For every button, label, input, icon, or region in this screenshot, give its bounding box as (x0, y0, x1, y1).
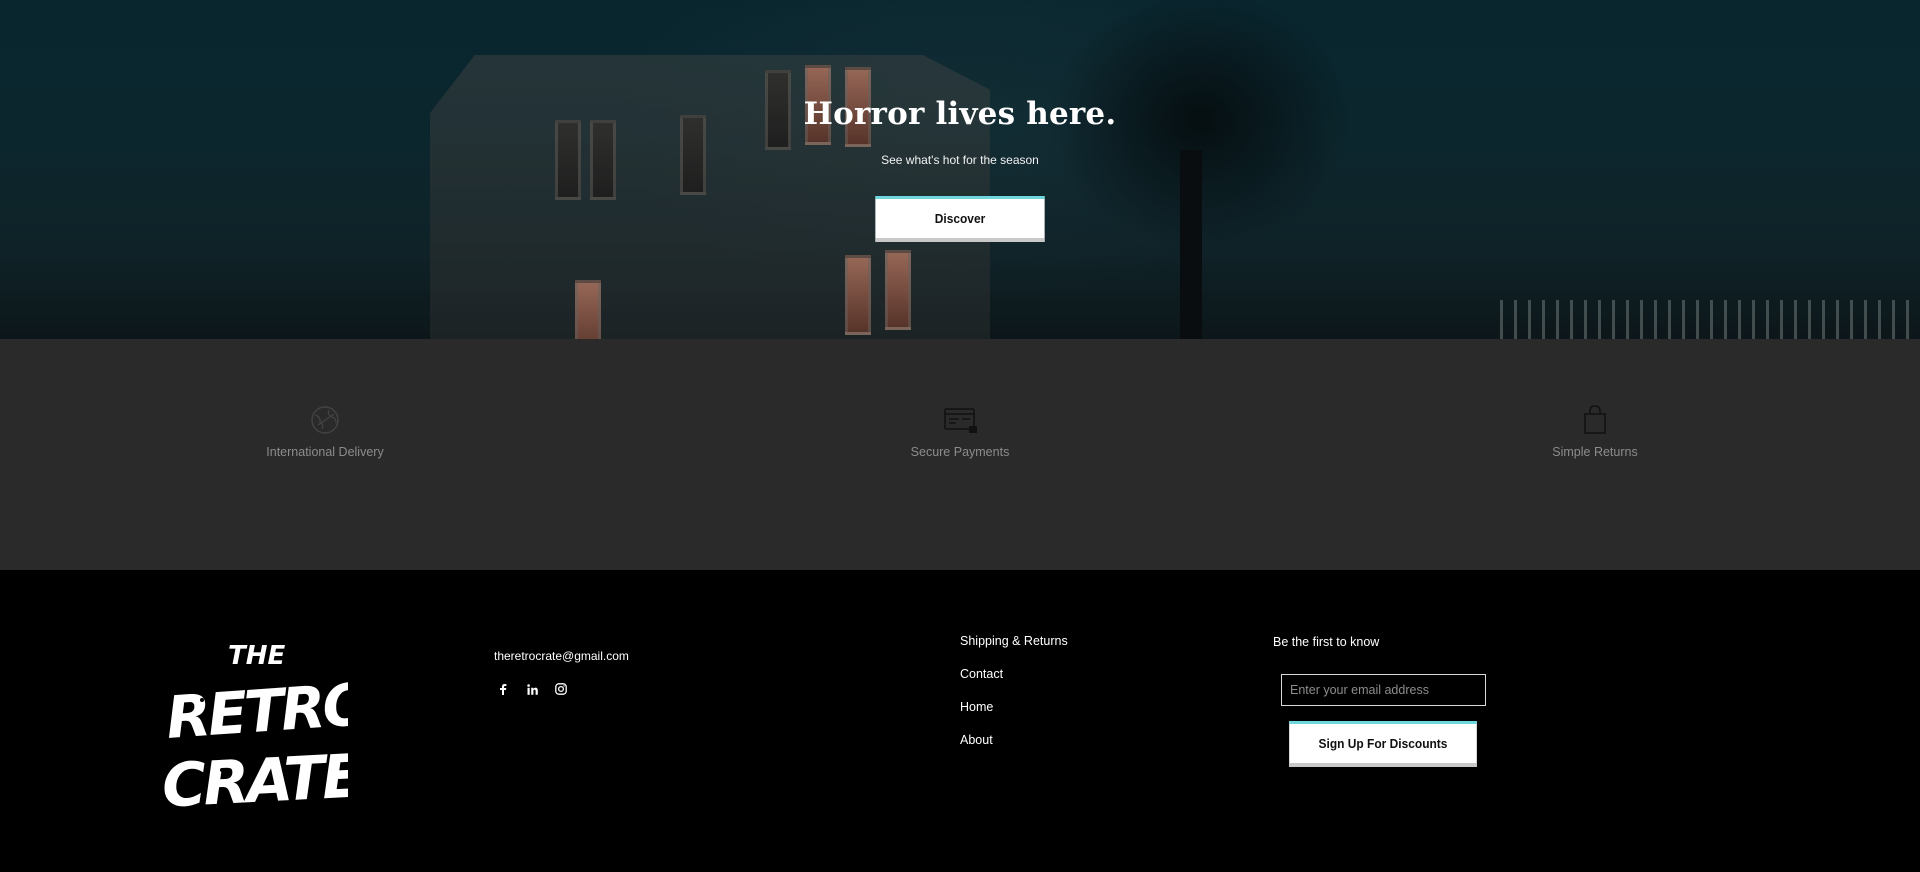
instagram-icon[interactable] (554, 682, 568, 696)
svg-text:THE: THE (228, 641, 285, 671)
retro-crate-logo[interactable]: THE RETRO CRATE (160, 630, 372, 822)
footer-link-about[interactable]: About (960, 733, 1068, 766)
footer-link-shipping-returns[interactable]: Shipping & Returns (960, 634, 1068, 667)
footer: THE RETRO CRATE theretrocrate@gmail.com … (0, 570, 1920, 872)
feature-label: International Delivery (266, 445, 384, 459)
feature-label: Secure Payments (910, 445, 1010, 459)
linkedin-icon[interactable] (525, 682, 539, 696)
signup-button[interactable]: Sign Up For Discounts (1289, 721, 1477, 767)
shopping-bag-icon (1579, 405, 1611, 435)
hero-subtitle: See what's hot for the season (881, 153, 1039, 167)
contact-email[interactable]: theretrocrate@gmail.com (494, 649, 629, 663)
svg-text:CRATE: CRATE (162, 741, 348, 820)
newsletter-title: Be the first to know (1273, 635, 1380, 649)
feature-international-delivery: International Delivery (195, 405, 455, 459)
footer-links: Shipping & Returns Contact Home About (960, 634, 1068, 766)
feature-secure-payments: Secure Payments (830, 405, 1090, 459)
footer-link-contact[interactable]: Contact (960, 667, 1068, 700)
svg-text:RETRO: RETRO (164, 670, 348, 752)
feature-label: Simple Returns (1552, 445, 1638, 459)
features-bar: International Delivery Secure Payments S… (0, 339, 1920, 570)
hero-banner: Horror lives here. See what's hot for th… (0, 0, 1920, 339)
newsletter-email-input[interactable] (1281, 674, 1486, 706)
footer-link-home[interactable]: Home (960, 700, 1068, 733)
facebook-icon[interactable] (496, 682, 510, 696)
hero-title: Horror lives here. (803, 96, 1117, 132)
discover-button[interactable]: Discover (875, 196, 1045, 242)
feature-simple-returns: Simple Returns (1465, 405, 1725, 459)
globe-icon (309, 405, 341, 435)
credit-card-icon (944, 405, 977, 435)
